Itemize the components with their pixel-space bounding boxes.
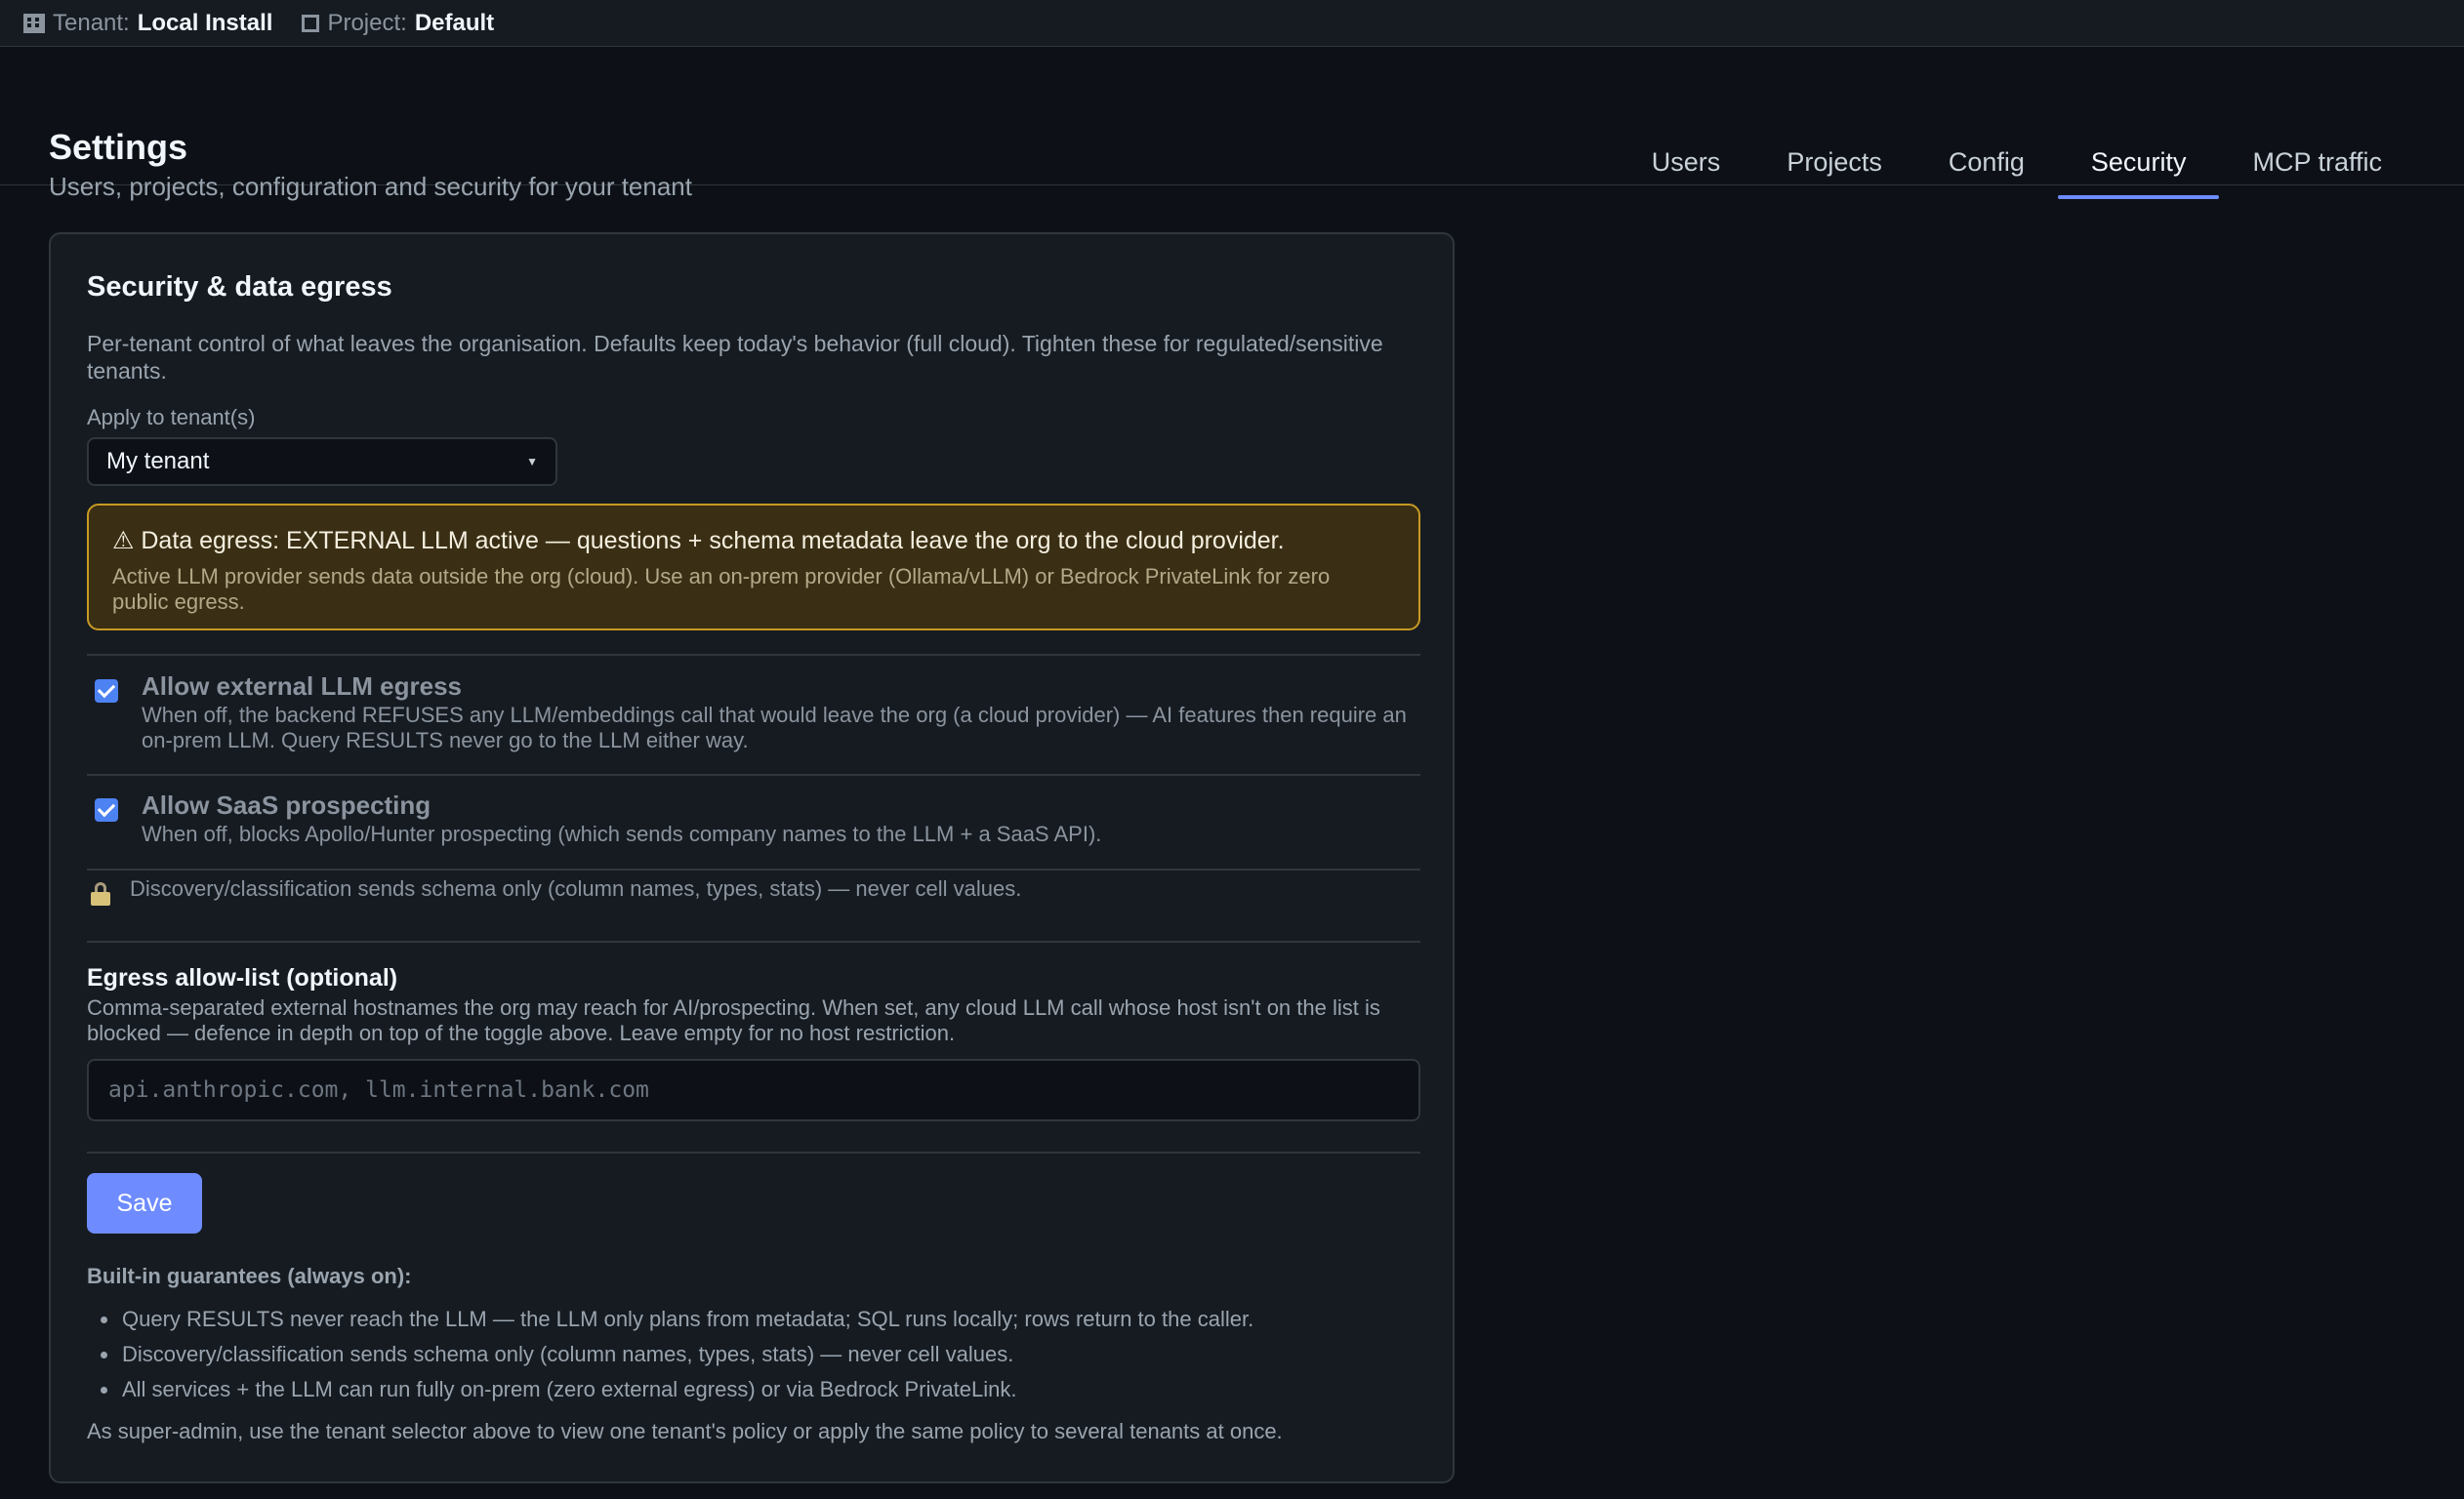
- divider: [87, 1152, 1420, 1154]
- allowlist-description: Comma-separated external hostnames the o…: [87, 995, 1380, 1045]
- tab-projects[interactable]: Projects: [1753, 144, 1915, 199]
- option-title: Allow SaaS prospecting: [142, 790, 431, 820]
- security-card: Security & data egress Per-tenant contro…: [49, 232, 1455, 1483]
- list-item: Discovery/classification sends schema on…: [87, 1337, 1253, 1372]
- page-subtitle: Users, projects, configuration and secur…: [49, 172, 692, 201]
- external-llm-checkbox[interactable]: [95, 679, 118, 703]
- page-header: Settings Users, projects, configuration …: [0, 47, 2464, 201]
- option-text: When off, the backend REFUSES any LLM/em…: [142, 703, 1407, 752]
- tenant-select[interactable]: My tenant ▼: [87, 437, 557, 486]
- divider: [87, 941, 1420, 943]
- save-button[interactable]: Save: [87, 1173, 202, 1234]
- card-description: Per-tenant control of what leaves the or…: [87, 331, 1383, 384]
- project-value: Default: [414, 9, 495, 36]
- schema-only-note: Discovery/classification sends schema on…: [87, 876, 1420, 915]
- super-admin-note: As super-admin, use the tenant selector …: [87, 1419, 1283, 1443]
- divider: [87, 774, 1420, 776]
- alert-text: Active LLM provider sends data outside t…: [112, 564, 1331, 614]
- card-title: Security & data egress: [87, 271, 392, 303]
- option-external-llm: Allow external LLM egress When off, the …: [87, 671, 1420, 759]
- allowlist-input[interactable]: [87, 1059, 1420, 1121]
- tenant-indicator[interactable]: Tenant: Local Install: [23, 10, 272, 37]
- tenant-select-label: Apply to tenant(s): [87, 405, 256, 429]
- alert-title: ⚠ Data egress: EXTERNAL LLM active — que…: [112, 527, 1285, 554]
- page-title: Settings: [49, 127, 188, 167]
- settings-tabs: Users Projects Config Security MCP traff…: [1619, 144, 2415, 199]
- egress-warning-alert: ⚠ Data egress: EXTERNAL LLM active — que…: [87, 504, 1420, 630]
- chevron-down-icon: ▼: [526, 455, 538, 468]
- allowlist-title: Egress allow-list (optional): [87, 964, 398, 992]
- saas-prospecting-checkbox[interactable]: [95, 798, 118, 822]
- tenant-value: Local Install: [137, 9, 273, 36]
- tab-security[interactable]: Security: [2057, 144, 2220, 199]
- tab-mcp-traffic[interactable]: MCP traffic: [2219, 144, 2415, 199]
- divider: [87, 654, 1420, 656]
- option-saas-prospecting: Allow SaaS prospecting When off, blocks …: [87, 790, 1420, 849]
- tab-config[interactable]: Config: [1915, 144, 2058, 199]
- divider: [87, 869, 1420, 871]
- project-label: Project:: [327, 9, 407, 36]
- project-indicator[interactable]: Project: Default: [302, 10, 494, 37]
- top-bar: Tenant: Local Install Project: Default: [0, 0, 2464, 47]
- tab-users[interactable]: Users: [1619, 144, 1754, 199]
- option-text: When off, blocks Apollo/Hunter prospecti…: [142, 822, 1102, 846]
- option-title: Allow external LLM egress: [142, 671, 462, 701]
- lock-icon: [91, 882, 110, 906]
- list-item: All services + the LLM can run fully on-…: [87, 1372, 1253, 1407]
- guarantees-title: Built-in guarantees (always on):: [87, 1264, 412, 1288]
- tenant-label: Tenant:: [53, 9, 130, 36]
- guarantees-list: Query RESULTS never reach the LLM — the …: [87, 1302, 1253, 1407]
- building-icon: [23, 13, 45, 33]
- tenant-select-value: My tenant: [106, 448, 210, 474]
- list-item: Query RESULTS never reach the LLM — the …: [87, 1302, 1253, 1337]
- project-icon: [302, 14, 320, 32]
- lock-note-text: Discovery/classification sends schema on…: [130, 876, 1022, 901]
